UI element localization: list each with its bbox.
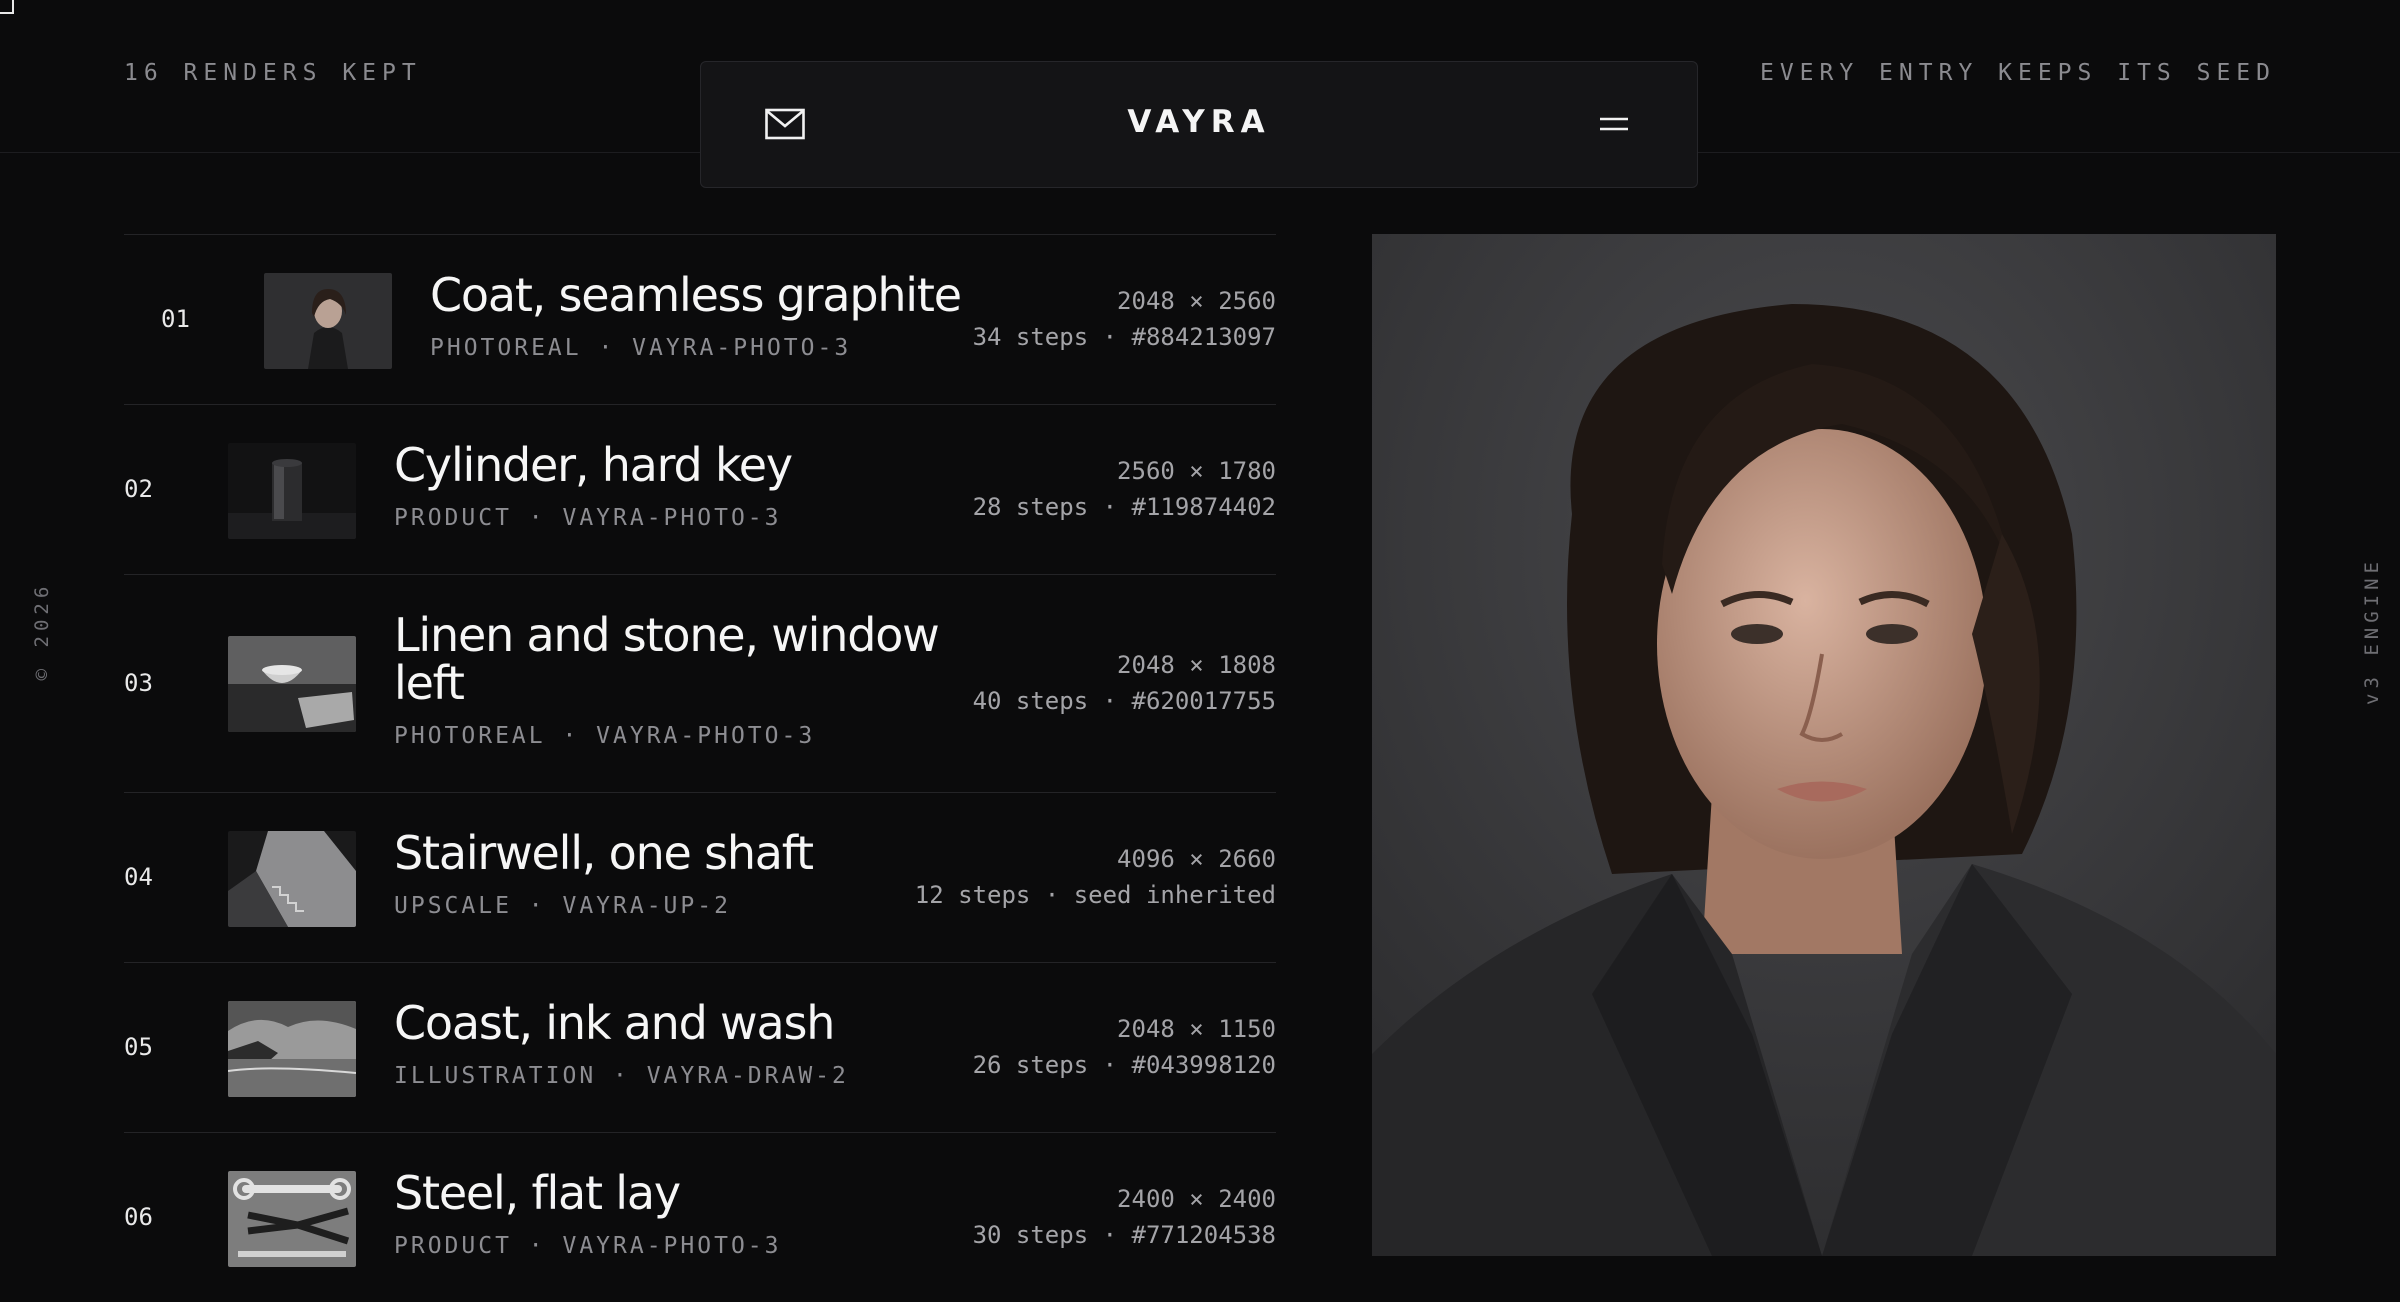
brand-logo[interactable]: VAYRA — [701, 104, 1697, 140]
thumbnail-tools — [228, 1171, 356, 1267]
row-meta: PRODUCT · VAYRA-PHOTO-3 — [394, 505, 782, 531]
row-title: Linen and stone, window left — [394, 608, 940, 710]
menu-icon[interactable] — [1599, 114, 1629, 136]
render-row[interactable]: 03 Linen and stone, window left PHOTOREA… — [124, 575, 1276, 793]
render-row[interactable]: 05 Coast, ink and wash ILLUSTRATION · VA… — [124, 963, 1276, 1133]
row-dimensions: 2560 × 1780 — [1117, 457, 1276, 485]
row-steps-seed: 26 steps · #043998120 — [972, 1051, 1276, 1079]
row-title: Coast, ink and wash — [394, 996, 835, 1050]
row-number: 02 — [124, 475, 153, 503]
row-dimensions: 2048 × 1150 — [1117, 1015, 1276, 1043]
row-meta: PHOTOREAL · VAYRA-PHOTO-3 — [430, 335, 852, 361]
thumbnail-bowl — [228, 636, 356, 732]
row-number: 01 — [161, 305, 190, 333]
row-title: Stairwell, one shaft — [394, 826, 814, 880]
thumbnail-cylinder — [228, 443, 356, 539]
row-number: 06 — [124, 1203, 153, 1231]
row-steps-seed: 12 steps · seed inherited — [914, 881, 1276, 909]
row-steps-seed: 40 steps · #620017755 — [972, 687, 1276, 715]
row-dimensions: 2400 × 2400 — [1117, 1185, 1276, 1213]
header-bar: VAYRA — [700, 61, 1698, 188]
thumbnail-coast — [228, 1001, 356, 1097]
render-row[interactable]: 01 Coat, seamless graphite PHOTOREAL · V… — [124, 235, 1276, 405]
row-number: 04 — [124, 863, 153, 891]
tagline: EVERY ENTRY KEEPS ITS SEED — [1759, 60, 2276, 86]
row-dimensions: 4096 × 2660 — [1117, 845, 1276, 873]
row-dimensions: 2048 × 2560 — [1117, 287, 1276, 315]
row-number: 05 — [124, 1033, 153, 1061]
thumbnail-portrait — [264, 273, 392, 369]
row-dimensions: 2048 × 1808 — [1117, 651, 1276, 679]
row-meta: PHOTOREAL · VAYRA-PHOTO-3 — [394, 723, 816, 749]
corner-mark — [0, 0, 14, 14]
render-row[interactable]: 02 Cylinder, hard key PRODUCT · VAYRA-PH… — [124, 405, 1276, 575]
render-row[interactable]: 06 Steel, flat lay PRODUCT · VAYRA-PHOTO… — [124, 1133, 1276, 1302]
row-meta: PRODUCT · VAYRA-PHOTO-3 — [394, 1233, 782, 1259]
renders-count: 16 RENDERS KEPT — [124, 60, 422, 86]
thumbnail-stairwell — [228, 831, 356, 927]
row-title: Steel, flat lay — [394, 1166, 681, 1220]
row-number: 03 — [124, 669, 153, 697]
render-row[interactable]: 04 Stairwell, one shaft UPSCALE · VAYRA-… — [124, 793, 1276, 963]
row-steps-seed: 28 steps · #119874402 — [972, 493, 1276, 521]
row-title: Cylinder, hard key — [394, 438, 793, 492]
row-meta: UPSCALE · VAYRA-UP-2 — [394, 893, 731, 919]
row-meta: ILLUSTRATION · VAYRA-DRAW-2 — [394, 1063, 849, 1089]
row-title: Coat, seamless graphite — [430, 268, 962, 322]
copyright: © 2026 — [31, 581, 53, 681]
row-steps-seed: 30 steps · #771204538 — [972, 1221, 1276, 1249]
row-steps-seed: 34 steps · #884213097 — [972, 323, 1276, 351]
hero-preview-image — [1372, 234, 2276, 1256]
engine-version: v3 ENGINE — [2361, 557, 2383, 705]
render-list: 01 Coat, seamless graphite PHOTOREAL · V… — [124, 234, 1276, 1302]
